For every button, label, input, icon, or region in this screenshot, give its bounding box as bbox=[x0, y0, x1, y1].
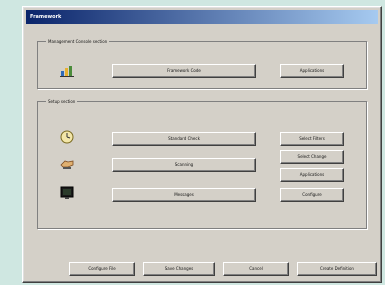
management-console-group: Management Console section Framework Cod… bbox=[37, 38, 367, 89]
applications-button-2[interactable]: Applications bbox=[280, 168, 344, 182]
select-change-button[interactable]: Select Change bbox=[280, 150, 344, 164]
framework-code-button[interactable]: Framework Code bbox=[112, 64, 256, 78]
cancel-button[interactable]: Cancel bbox=[223, 262, 289, 276]
group-label-management: Management Console section bbox=[46, 38, 110, 45]
framework-window: Framework Management Console section Fra… bbox=[22, 6, 382, 283]
hand-icon bbox=[60, 156, 74, 170]
messages-button[interactable]: Messages bbox=[112, 188, 256, 202]
window-title: Framework bbox=[26, 10, 378, 24]
setup-group: Setup section Standard Check Select Filt… bbox=[37, 98, 367, 229]
scanning-button[interactable]: Scanning bbox=[112, 158, 256, 172]
chart-icon bbox=[60, 63, 74, 77]
configure-button[interactable]: Configure bbox=[280, 188, 344, 202]
standard-check-button[interactable]: Standard Check bbox=[112, 132, 256, 146]
save-changes-button[interactable]: Save Changes bbox=[143, 262, 215, 276]
monitor-icon bbox=[60, 186, 74, 200]
create-definition-button[interactable]: Create Definition bbox=[297, 262, 377, 276]
configure-file-button[interactable]: Configure File bbox=[69, 262, 135, 276]
group-label-setup: Setup section bbox=[46, 98, 78, 105]
clock-icon bbox=[60, 130, 74, 144]
applications-button[interactable]: Applications bbox=[280, 64, 344, 78]
select-filters-button[interactable]: Select Filters bbox=[280, 132, 344, 146]
